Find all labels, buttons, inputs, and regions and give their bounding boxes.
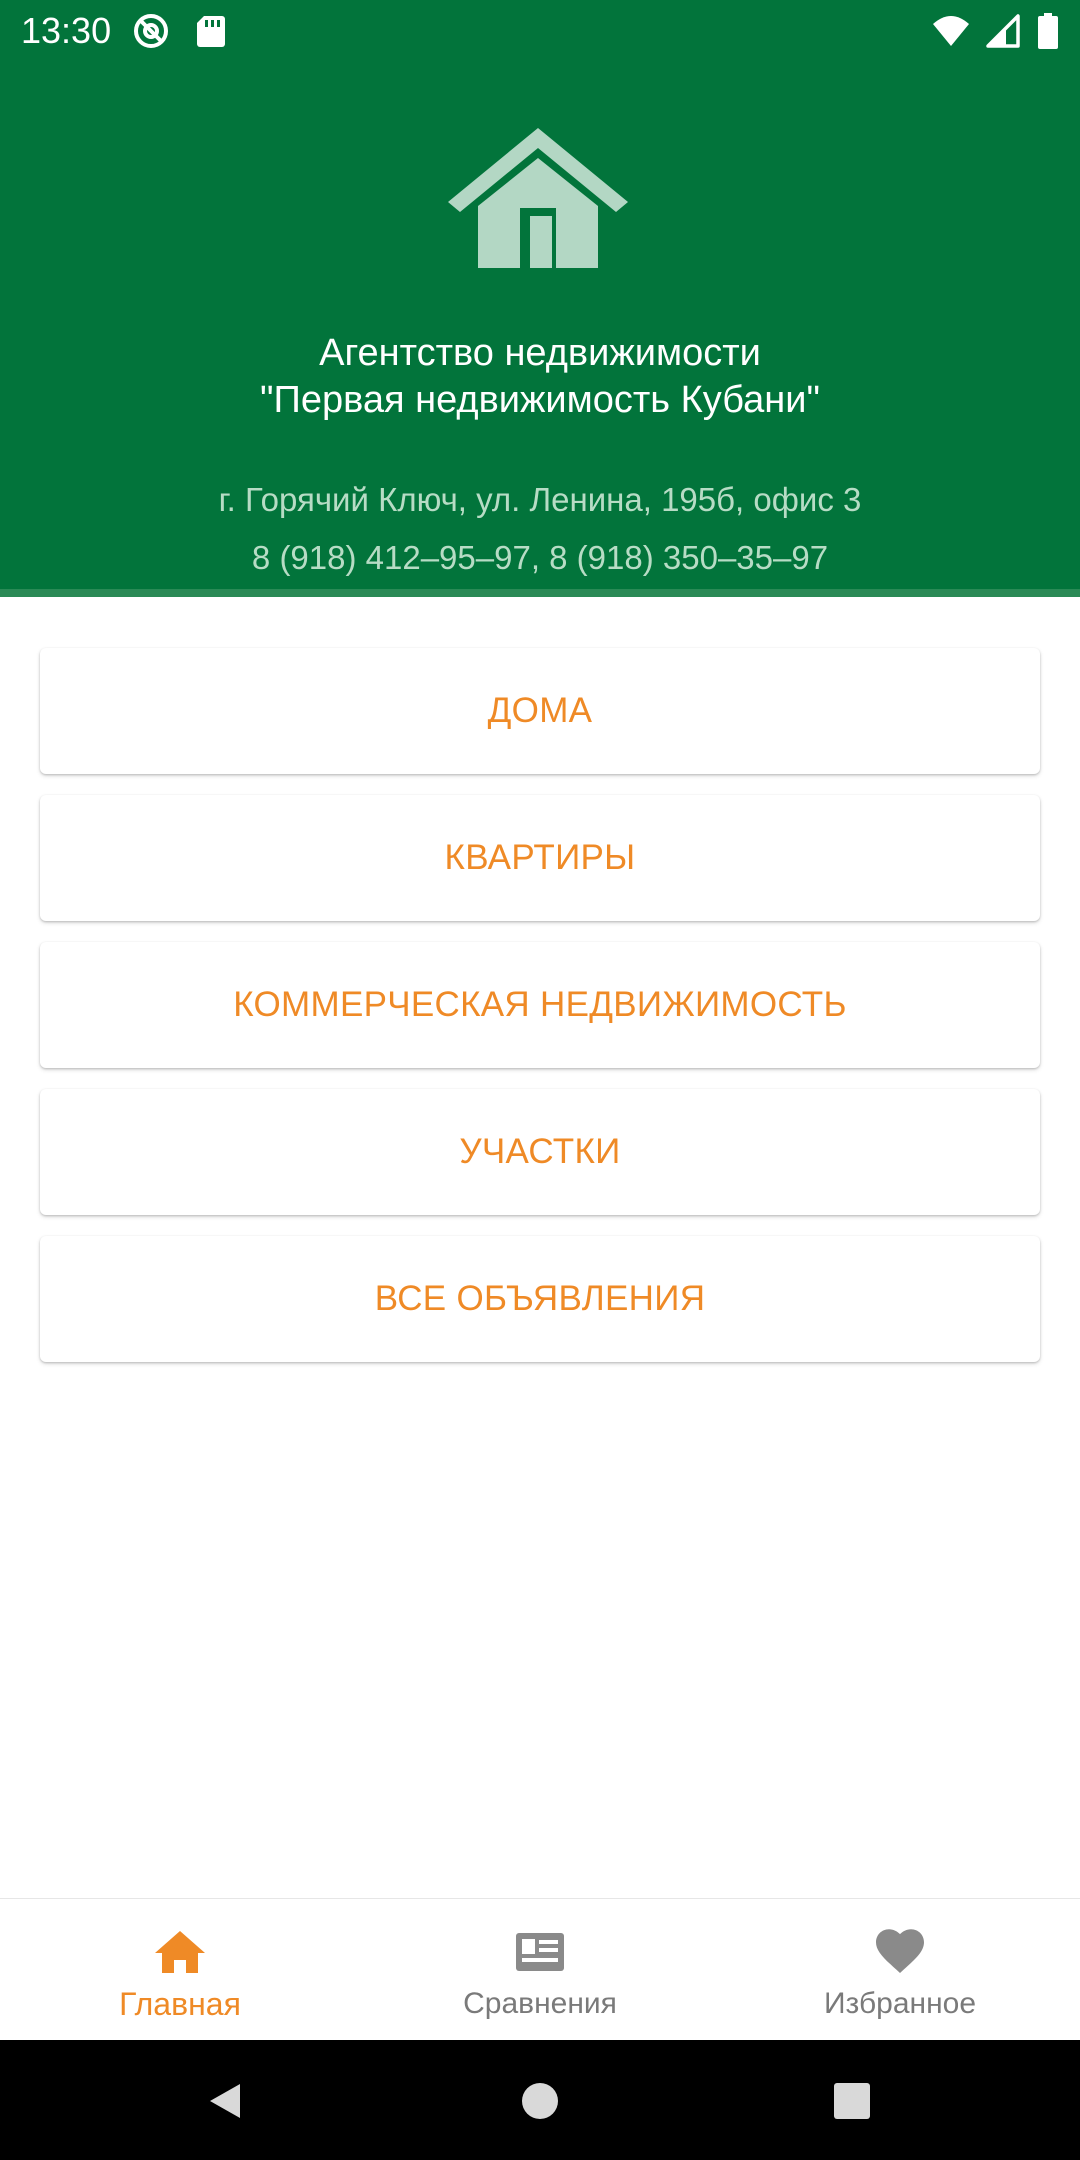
header: 13:30 Агентство недвижимости "Первая нед… [0, 0, 1080, 597]
apartments-button[interactable]: КВАРТИРЫ [40, 795, 1040, 921]
heart-icon [873, 1925, 927, 1979]
back-icon[interactable] [204, 2080, 246, 2122]
houses-button[interactable]: ДОМА [40, 648, 1040, 774]
nav-item-compare[interactable]: Сравнения [360, 1899, 720, 2040]
nav-label-compare: Сравнения [463, 1987, 617, 2020]
agency-address: г. Горячий Ключ, ул. Ленина, 195б, офис … [218, 481, 862, 518]
battery-icon [1036, 12, 1060, 50]
nav-label-home: Главная [119, 1986, 241, 2022]
home-circle-icon[interactable] [519, 2080, 561, 2122]
cell-signal-icon [984, 12, 1022, 50]
status-left-icons [132, 12, 230, 50]
status-time: 13:30 [21, 10, 112, 51]
all-listings-button[interactable]: ВСЕ ОБЪЯВЛЕНИЯ [40, 1236, 1040, 1362]
header-divider [0, 589, 1080, 597]
nav-item-favorites[interactable]: Избранное [720, 1899, 1080, 2040]
agency-phones: 8 (918) 412–95–97, 8 (918) 350–35–97 [251, 539, 829, 576]
status-bar: 13:30 [0, 0, 1080, 63]
system-navigation-bar [0, 2040, 1080, 2160]
house-icon [448, 124, 628, 272]
nav-item-home[interactable]: Главная [0, 1899, 360, 2040]
app-screen: 13:30 Агентство недвижимости "Первая нед… [0, 0, 1080, 2160]
agency-title-line2: "Первая недвижимость Кубани" [260, 379, 820, 421]
category-menu: ДОМА КВАРТИРЫ КОММЕРЧЕСКАЯ НЕДВИЖИМОСТЬ … [40, 648, 1040, 1383]
compare-icon [513, 1925, 567, 1979]
agency-title: Агентство недвижимости "Первая недвижимо… [0, 330, 1080, 424]
recents-icon[interactable] [831, 2080, 873, 2122]
land-plots-button[interactable]: УЧАСТКИ [40, 1089, 1040, 1215]
nav-label-favorites: Избранное [823, 1987, 977, 2020]
status-right-icons [932, 12, 1060, 50]
do-not-disturb-icon [132, 12, 170, 50]
bottom-navigation: Главная Сравнения Избранное [0, 1898, 1080, 2040]
home-icon [153, 1925, 207, 1979]
sd-card-icon [192, 12, 230, 50]
agency-title-line1: Агентство недвижимости [319, 332, 761, 374]
wifi-icon [932, 12, 970, 50]
commercial-property-button[interactable]: КОММЕРЧЕСКАЯ НЕДВИЖИМОСТЬ [40, 942, 1040, 1068]
